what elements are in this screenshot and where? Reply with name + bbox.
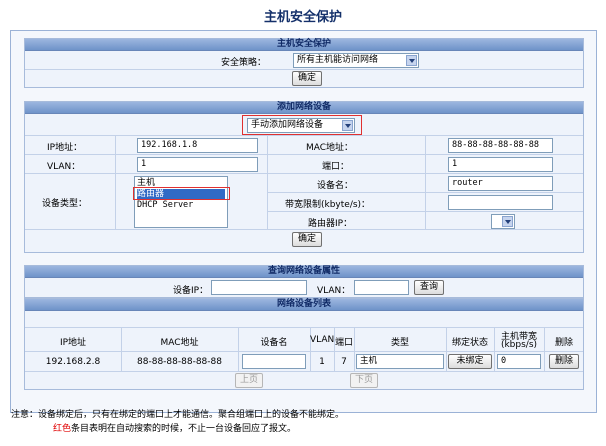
add-device-confirm-button[interactable]: 确定 — [292, 232, 322, 247]
bandwidth-input[interactable] — [448, 195, 553, 210]
device-list-spacer — [25, 311, 583, 328]
add-confirm-row: 确定 — [25, 230, 583, 249]
security-panel: 主机安全保护 安全策略： 所有主机能访问网络 确定 — [24, 38, 584, 88]
router-ip-label: 路由器IP： — [308, 219, 353, 229]
query-panel: 查询网络设备属性 设备IP： VLAN： 查询 — [24, 265, 584, 298]
policy-select-value: 所有主机能访问网络 — [297, 55, 379, 65]
table-row: 192.168.2.8 88-88-88-88-88-88 1 7 主机 未绑定… — [25, 352, 583, 372]
security-policy-row: 安全策略： 所有主机能访问网络 — [25, 51, 583, 70]
query-header: 查询网络设备属性 — [25, 266, 583, 278]
device-name-label: 设备名： — [317, 181, 354, 191]
type-name-row: 设备类型： 主机 路由器 DHCP Server 设备名： router 带宽限… — [25, 174, 583, 230]
query-vlan-label: VLAN： — [317, 286, 351, 296]
router-ip-select[interactable] — [491, 214, 515, 229]
divider — [354, 352, 355, 371]
bandwidth-label: 带宽限制(kbyte/s)： — [285, 200, 371, 210]
query-vlan-input[interactable] — [354, 280, 409, 295]
query-button[interactable]: 查询 — [414, 280, 444, 295]
add-device-header: 添加网络设备 — [25, 102, 583, 114]
note-line-2-text: 条目表明在自动搜索的时候，不止一台设备回应了报文。 — [71, 424, 297, 434]
page-title: 主机安全保护 — [263, 10, 342, 25]
column-header-mac: MAC地址 — [160, 338, 199, 348]
divider — [446, 352, 447, 371]
divider — [425, 155, 426, 173]
query-ip-input[interactable] — [211, 280, 307, 295]
row-divider — [267, 192, 583, 193]
prev-page-button[interactable]: 上页 — [235, 373, 263, 388]
row-vlan: 1 — [319, 357, 325, 367]
router-highlight-box — [133, 187, 230, 200]
device-name-input[interactable]: router — [448, 176, 553, 191]
column-header-delete: 删除 — [554, 338, 573, 348]
policy-select[interactable]: 所有主机能访问网络 — [293, 53, 419, 68]
column-header-port: 端口 — [334, 338, 353, 348]
divider — [425, 136, 426, 154]
security-confirm-row: 确定 — [25, 70, 583, 88]
column-header-bind-status: 绑定状态 — [451, 338, 488, 348]
note-line-2: 红色条目表明在自动搜索的时候，不止一台设备回应了报文。 — [53, 421, 296, 434]
chevron-down-icon[interactable] — [502, 216, 513, 227]
divider — [544, 352, 545, 371]
chevron-down-icon[interactable] — [406, 55, 417, 66]
row-delete-button[interactable]: 删除 — [549, 354, 579, 369]
row-mac: 88-88-88-88-88-88 — [137, 357, 222, 367]
mac-input[interactable]: 88-88-88-88-88-88 — [448, 138, 553, 153]
port-label: 端口： — [322, 162, 350, 172]
add-device-panel: 添加网络设备 手动添加网络设备 IP地址： 192.168.1.8 MAC地址：… — [24, 101, 584, 253]
column-header-vlan: VLAN — [310, 335, 335, 345]
device-type-listbox[interactable]: 主机 路由器 DHCP Server — [134, 176, 228, 228]
row-ip: 192.168.2.8 — [45, 357, 101, 367]
device-list-panel: 网络设备列表 IP地址 MAC地址 设备名 VLAN 端口 类型 绑定状态 主机… — [24, 298, 584, 390]
pagination-row: 上页 下页 — [25, 372, 583, 389]
query-row: 设备IP： VLAN： 查询 — [25, 278, 583, 298]
divider — [267, 174, 268, 229]
divider — [115, 155, 116, 173]
divider — [115, 174, 116, 229]
note-red-word: 红色 — [53, 424, 72, 434]
mode-highlight-box — [242, 115, 362, 135]
ip-label: IP地址： — [47, 143, 83, 153]
query-ip-label: 设备IP： — [173, 286, 209, 296]
device-type-label: 设备类型： — [42, 199, 88, 209]
security-confirm-button[interactable]: 确定 — [292, 71, 322, 86]
device-list-header: 网络设备列表 — [25, 299, 583, 311]
note-line-1: 注意：设备绑定后，只有在绑定的端口上才能通信。聚合组端口上的设备不能绑定。 — [11, 410, 345, 420]
policy-label: 安全策略： — [221, 58, 267, 68]
row-port: 7 — [341, 357, 347, 367]
row-bind-button[interactable]: 未绑定 — [448, 354, 492, 369]
row-bandwidth-input[interactable]: 0 — [497, 354, 541, 369]
row-name-input[interactable] — [242, 354, 306, 369]
device-type-option-dhcp[interactable]: DHCP Server — [137, 200, 225, 211]
mac-label: MAC地址： — [306, 143, 354, 153]
port-input[interactable]: 1 — [448, 157, 553, 172]
divider — [425, 174, 426, 229]
column-header-ip: IP地址 — [59, 338, 87, 348]
mode-row: 手动添加网络设备 — [25, 114, 583, 136]
device-list-columns: IP地址 MAC地址 设备名 VLAN 端口 类型 绑定状态 主机带宽 (kbp… — [25, 328, 583, 352]
vlan-label: VLAN： — [47, 162, 81, 172]
divider — [238, 352, 239, 371]
ip-input[interactable]: 192.168.1.8 — [137, 138, 258, 153]
row-type-input[interactable]: 主机 — [356, 354, 444, 369]
vlan-port-row: VLAN： 1 端口： 1 — [25, 155, 583, 174]
vlan-input[interactable]: 1 — [137, 157, 258, 172]
divider — [267, 155, 268, 173]
divider — [115, 136, 116, 154]
divider — [494, 352, 495, 371]
security-header: 主机安全保护 — [25, 39, 583, 51]
next-page-button[interactable]: 下页 — [350, 373, 378, 388]
column-header-name: 设备名 — [260, 338, 288, 348]
row-divider — [267, 211, 583, 212]
ip-mac-row: IP地址： 192.168.1.8 MAC地址： 88-88-88-88-88-… — [25, 136, 583, 155]
column-header-type: 类型 — [390, 338, 409, 348]
column-header-bandwidth-unit: (kbps/s) — [500, 340, 538, 350]
divider — [267, 136, 268, 154]
